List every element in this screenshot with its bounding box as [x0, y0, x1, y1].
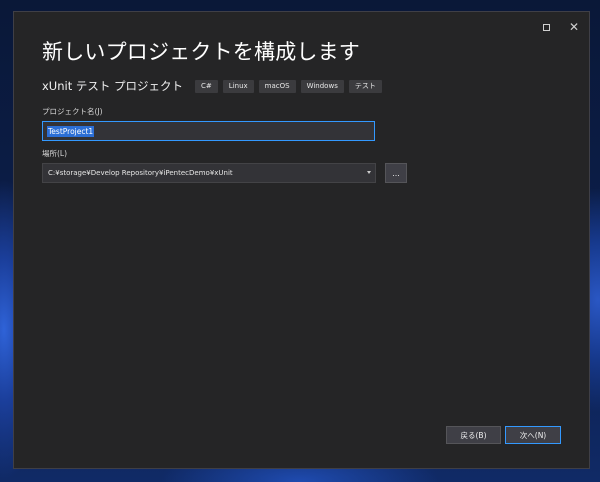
- template-summary: xUnit テスト プロジェクト C# Linux macOS Windows …: [42, 78, 387, 94]
- tag-macos: macOS: [258, 79, 296, 93]
- tag-csharp: C#: [195, 79, 218, 93]
- tag-windows: Windows: [300, 79, 344, 93]
- location-value: C:¥storage¥Develop Repository¥iPentecDem…: [48, 169, 233, 177]
- next-button[interactable]: 次へ(N): [505, 426, 561, 444]
- configure-project-dialog: ✕ 新しいプロジェクトを構成します xUnit テスト プロジェクト C# Li…: [13, 11, 590, 469]
- tag-test: テスト: [348, 79, 382, 93]
- back-button[interactable]: 戻る(B): [446, 426, 501, 444]
- browse-button[interactable]: ...: [385, 163, 407, 183]
- page-title: 新しいプロジェクトを構成します: [42, 40, 360, 64]
- template-name: xUnit テスト プロジェクト: [42, 79, 184, 93]
- close-icon: ✕: [568, 20, 580, 34]
- close-button[interactable]: ✕: [563, 18, 585, 36]
- location-select[interactable]: C:¥storage¥Develop Repository¥iPentecDem…: [42, 163, 376, 183]
- maximize-icon: [542, 23, 550, 31]
- tag-linux: Linux: [222, 79, 254, 93]
- maximize-button[interactable]: [535, 18, 557, 36]
- location-label: 場所(L): [42, 149, 68, 158]
- project-name-value: TestProject1: [47, 125, 95, 137]
- project-name-input[interactable]: TestProject1: [42, 121, 375, 141]
- chevron-down-icon: [367, 171, 371, 174]
- project-name-label: プロジェクト名(J): [42, 107, 103, 116]
